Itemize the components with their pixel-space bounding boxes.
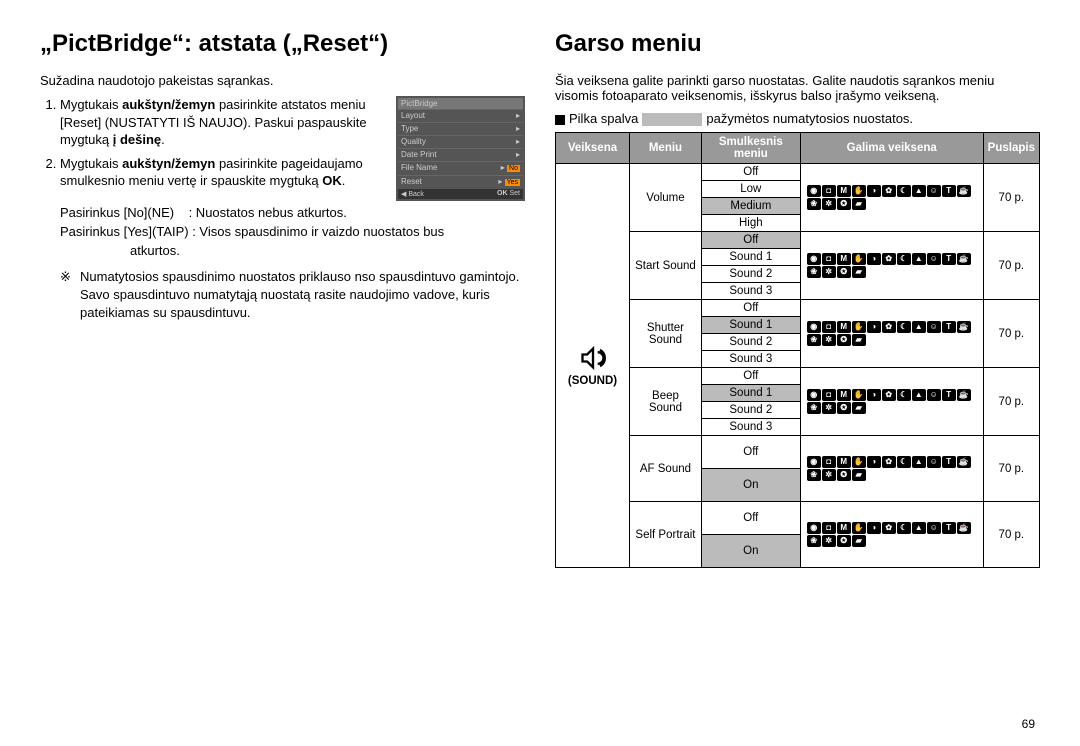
- sound-label: (SOUND): [560, 375, 625, 387]
- mode-icons-beep: ◉◘M✋◑✿☾▲☺T☕❀✲✪▰: [805, 387, 979, 416]
- default-legend: Pilka spalvapažymėtos numatytosios nuost…: [555, 111, 1040, 126]
- th-menu: Meniu: [630, 133, 702, 164]
- menu-self: Self Portrait: [630, 502, 702, 568]
- yes-option-b: atkurtos.: [130, 243, 525, 258]
- th-page: Puslapis: [983, 133, 1039, 164]
- menu-shutter: Shutter Sound: [630, 300, 702, 368]
- th-mode: Veiksena: [556, 133, 630, 164]
- right-lead: Šia veiksena galite parinkti garso nuost…: [555, 73, 1040, 103]
- th-sub: Smulkesnis meniu: [701, 133, 800, 164]
- footnote: Numatytosios spausdinimo nuostatos prikl…: [60, 268, 525, 323]
- camera-menu-screenshot: PictBridge Layout▸ Type▸ Quality▸ Date P…: [396, 96, 525, 201]
- menu-start: Start Sound: [630, 232, 702, 300]
- left-title: „PictBridge“: atstata („Reset“): [40, 30, 525, 58]
- mode-icons-start: ◉◘M✋◑✿☾▲☺T☕❀✲✪▰: [805, 251, 979, 280]
- sound-icon: [560, 344, 625, 375]
- menu-volume: Volume: [630, 164, 702, 232]
- no-option: Pasirinkus [No](NE) : Nuostatos nebus at…: [60, 205, 525, 220]
- mode-icons-volume: ◉◘M✋◑✿☾▲☺T☕❀✲✪▰: [805, 183, 979, 212]
- yes-option-a: Pasirinkus [Yes](TAIP) : Visos spausdini…: [60, 224, 525, 239]
- menu-af: AF Sound: [630, 436, 702, 502]
- th-avail: Galima veiksena: [800, 133, 983, 164]
- page-number: 69: [1022, 717, 1035, 731]
- mode-icons-self: ◉◘M✋◑✿☾▲☺T☕❀✲✪▰: [805, 520, 979, 549]
- mode-icons-af: ◉◘M✋◑✿☾▲☺T☕❀✲✪▰: [805, 454, 979, 483]
- menu-beep: Beep Sound: [630, 368, 702, 436]
- mode-icons-shutter: ◉◘M✋◑✿☾▲☺T☕❀✲✪▰: [805, 319, 979, 348]
- left-lead: Sužadina naudotojo pakeistas sąrankas.: [40, 73, 525, 88]
- sound-menu-table: Veiksena Meniu Smulkesnis meniu Galima v…: [555, 132, 1040, 568]
- right-title: Garso meniu: [555, 30, 1040, 58]
